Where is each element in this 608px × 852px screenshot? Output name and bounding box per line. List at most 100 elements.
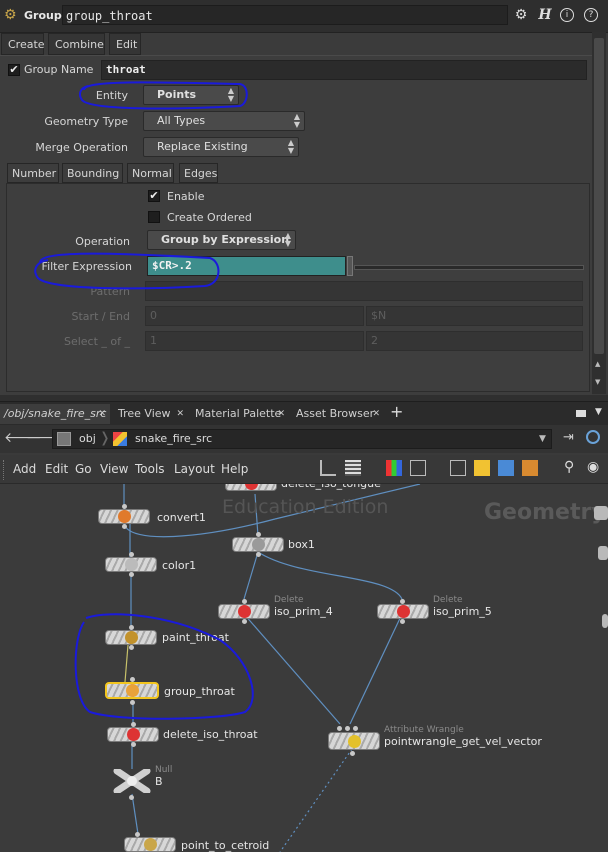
tab-edges[interactable]: Edges (179, 163, 218, 183)
menu-edit[interactable]: Edit (45, 462, 68, 476)
group-name-toggle[interactable]: ✔ (8, 64, 20, 76)
close-icon[interactable]: ✕ (277, 404, 285, 424)
menu-layout[interactable]: Layout (174, 462, 215, 476)
end-field[interactable]: $N (366, 306, 583, 326)
input-connector[interactable] (129, 552, 134, 557)
scroll-down-icon[interactable]: ▼ (595, 378, 600, 386)
network-view[interactable]: Education Edition Geometry delete_iso_to… (0, 484, 608, 852)
output-connector[interactable] (129, 645, 134, 650)
group-name-field[interactable]: throat (101, 60, 587, 80)
pane-tab-tree-view[interactable]: Tree View ✕ (114, 404, 188, 424)
input-connector[interactable] (122, 504, 127, 509)
link-pane-icon[interactable] (586, 430, 600, 444)
network-box-icon[interactable] (450, 460, 466, 476)
sticky-note-icon[interactable] (474, 460, 490, 476)
node-iso-prim-5[interactable] (377, 604, 429, 619)
filter-slider-track[interactable] (354, 265, 584, 270)
node-paint-throat[interactable] (105, 630, 157, 645)
input-connector[interactable] (400, 599, 405, 604)
tab-create[interactable]: Create (1, 33, 45, 55)
tab-combine[interactable]: Combine (48, 33, 105, 55)
pattern-field[interactable] (145, 281, 583, 301)
output-connector[interactable] (400, 619, 405, 624)
gear-icon[interactable]: ⚙ (512, 6, 530, 24)
input-connector[interactable] (135, 832, 140, 837)
tree-layout-icon[interactable] (320, 460, 336, 476)
output-connector[interactable] (130, 700, 135, 705)
node-group-throat[interactable] (105, 682, 159, 699)
param-scrollbar-thumb[interactable] (594, 38, 604, 354)
output-connector[interactable] (256, 552, 261, 557)
select-a-field[interactable]: 1 (145, 331, 364, 351)
path-field[interactable]: obj ❭ snake_fire_src ▼ (52, 429, 552, 449)
node-delete-iso-throat[interactable] (107, 727, 159, 742)
tab-normal[interactable]: Normal (127, 163, 174, 183)
pane-tab-material-palette[interactable]: Material Palette ✕ (191, 404, 289, 424)
maximize-pane-icon[interactable] (576, 410, 586, 417)
pane-menu-arrow-icon[interactable]: ▼ (595, 407, 602, 417)
output-connector[interactable] (122, 524, 127, 529)
pin-icon[interactable]: ⇥ (563, 430, 574, 445)
search-icon[interactable]: ⚲ (564, 459, 574, 475)
grid-icon[interactable] (410, 460, 426, 476)
input-connector[interactable] (256, 532, 261, 537)
input-connector[interactable] (130, 677, 135, 682)
path-current[interactable]: snake_fire_src (135, 432, 212, 445)
offscreen-node[interactable] (598, 546, 608, 560)
help-icon[interactable]: ? (584, 8, 598, 22)
asset-icon[interactable] (522, 460, 538, 476)
node-delete-iso-tongue[interactable] (225, 484, 277, 491)
enable-checkbox[interactable]: ✔ (148, 190, 160, 202)
offscreen-node[interactable] (594, 506, 608, 520)
add-tab-icon[interactable]: + (390, 402, 403, 421)
tab-number[interactable]: Number (7, 163, 59, 183)
input-connector[interactable] (337, 726, 342, 731)
node-pointwrangle[interactable] (328, 732, 380, 750)
input-connector[interactable] (242, 599, 247, 604)
menu-add[interactable]: Add (13, 462, 36, 476)
close-icon[interactable]: ✕ (176, 404, 184, 424)
color-palette-icon[interactable] (386, 460, 402, 476)
node-convert1[interactable] (98, 509, 150, 524)
offscreen-node[interactable] (602, 614, 608, 628)
start-field[interactable]: 0 (145, 306, 364, 326)
input-connector[interactable] (353, 726, 358, 731)
tab-edit[interactable]: Edit (109, 33, 141, 55)
operation-menu[interactable]: Group by Expression ▲ ▼ (147, 230, 296, 250)
output-connector[interactable] (129, 572, 134, 577)
node-point-to-cetroid[interactable] (124, 837, 176, 852)
node-box1[interactable] (232, 537, 284, 552)
filter-slider-handle[interactable] (347, 256, 353, 276)
scroll-up-icon[interactable]: ▲ (595, 360, 600, 368)
houdini-help-icon[interactable]: H (536, 6, 554, 24)
menu-go[interactable]: Go (75, 462, 92, 476)
path-dropdown-icon[interactable]: ▼ (539, 434, 546, 444)
create-ordered-checkbox[interactable] (148, 211, 160, 223)
input-connector[interactable] (345, 726, 350, 731)
output-connector[interactable] (350, 751, 355, 756)
geometry-type-menu[interactable]: All Types ▲ ▼ (143, 111, 305, 131)
menu-tools[interactable]: Tools (135, 462, 165, 476)
entity-menu[interactable]: Points ▲ ▼ (143, 85, 239, 105)
image-icon[interactable] (498, 460, 514, 476)
close-icon[interactable]: ✕ (372, 404, 380, 424)
tab-bounding[interactable]: Bounding (62, 163, 123, 183)
menu-help[interactable]: Help (221, 462, 248, 476)
node-name-field[interactable]: group_throat (62, 5, 508, 25)
close-icon[interactable]: ✕ (98, 404, 106, 424)
output-connector[interactable] (131, 742, 136, 747)
pane-tab-asset-browser[interactable]: Asset Browser ✕ (292, 404, 384, 424)
select-b-field[interactable]: 2 (366, 331, 583, 351)
node-color1[interactable] (105, 557, 157, 572)
node-null-b[interactable] (113, 767, 151, 795)
output-connector[interactable] (242, 619, 247, 624)
menu-view[interactable]: View (100, 462, 128, 476)
merge-operation-menu[interactable]: Replace Existing ▲ ▼ (143, 137, 299, 157)
eye-icon[interactable]: ◉ (587, 459, 599, 475)
input-connector[interactable] (131, 722, 136, 727)
info-icon[interactable]: i (560, 8, 574, 22)
path-root[interactable]: obj (79, 432, 96, 445)
list-view-icon[interactable] (345, 460, 361, 476)
node-iso-prim-4[interactable] (218, 604, 270, 619)
pane-tab-network[interactable]: /obj/snake_fire_src ✕ (0, 404, 110, 424)
